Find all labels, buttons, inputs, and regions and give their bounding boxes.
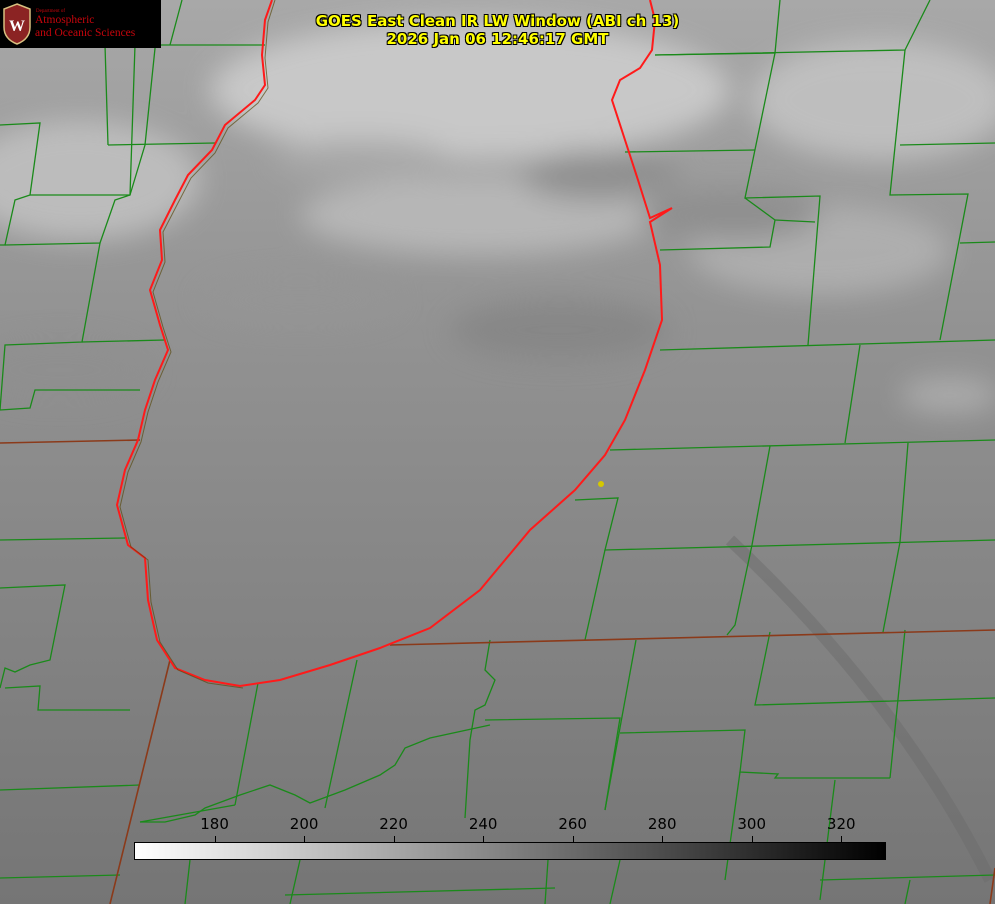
image-timestamp: 2026 Jan 06 12:46:17 GMT [386,30,609,48]
image-title: GOES East Clean IR LW Window (ABI ch 13) [315,12,680,30]
colorbar-tick-mark [304,836,306,842]
colorbar-tick-label: 300 [737,815,767,833]
satellite-map[interactable] [0,0,995,904]
colorbar-tick-mark [572,836,574,842]
colorbar-tick-label: 320 [826,815,856,833]
colorbar-tick-mark [393,836,395,842]
colorbar-tick-label: 180 [200,815,229,833]
colorbar-tick-mark [751,836,753,842]
colorbar-tick-label: 260 [558,815,587,833]
colorbar-tick-mark [214,836,216,842]
colorbar-tick-label: 280 [647,815,677,833]
colorbar-tick-mark [662,836,664,842]
city-marker [598,481,604,487]
colorbar-tick-label: 200 [289,815,319,833]
colorbar [134,842,886,860]
colorbar-tick-mark [483,836,485,842]
colorbar-tick-label: 240 [468,815,498,833]
colorbar-tick-mark [841,836,843,842]
colorbar-tick-label: 220 [379,815,408,833]
